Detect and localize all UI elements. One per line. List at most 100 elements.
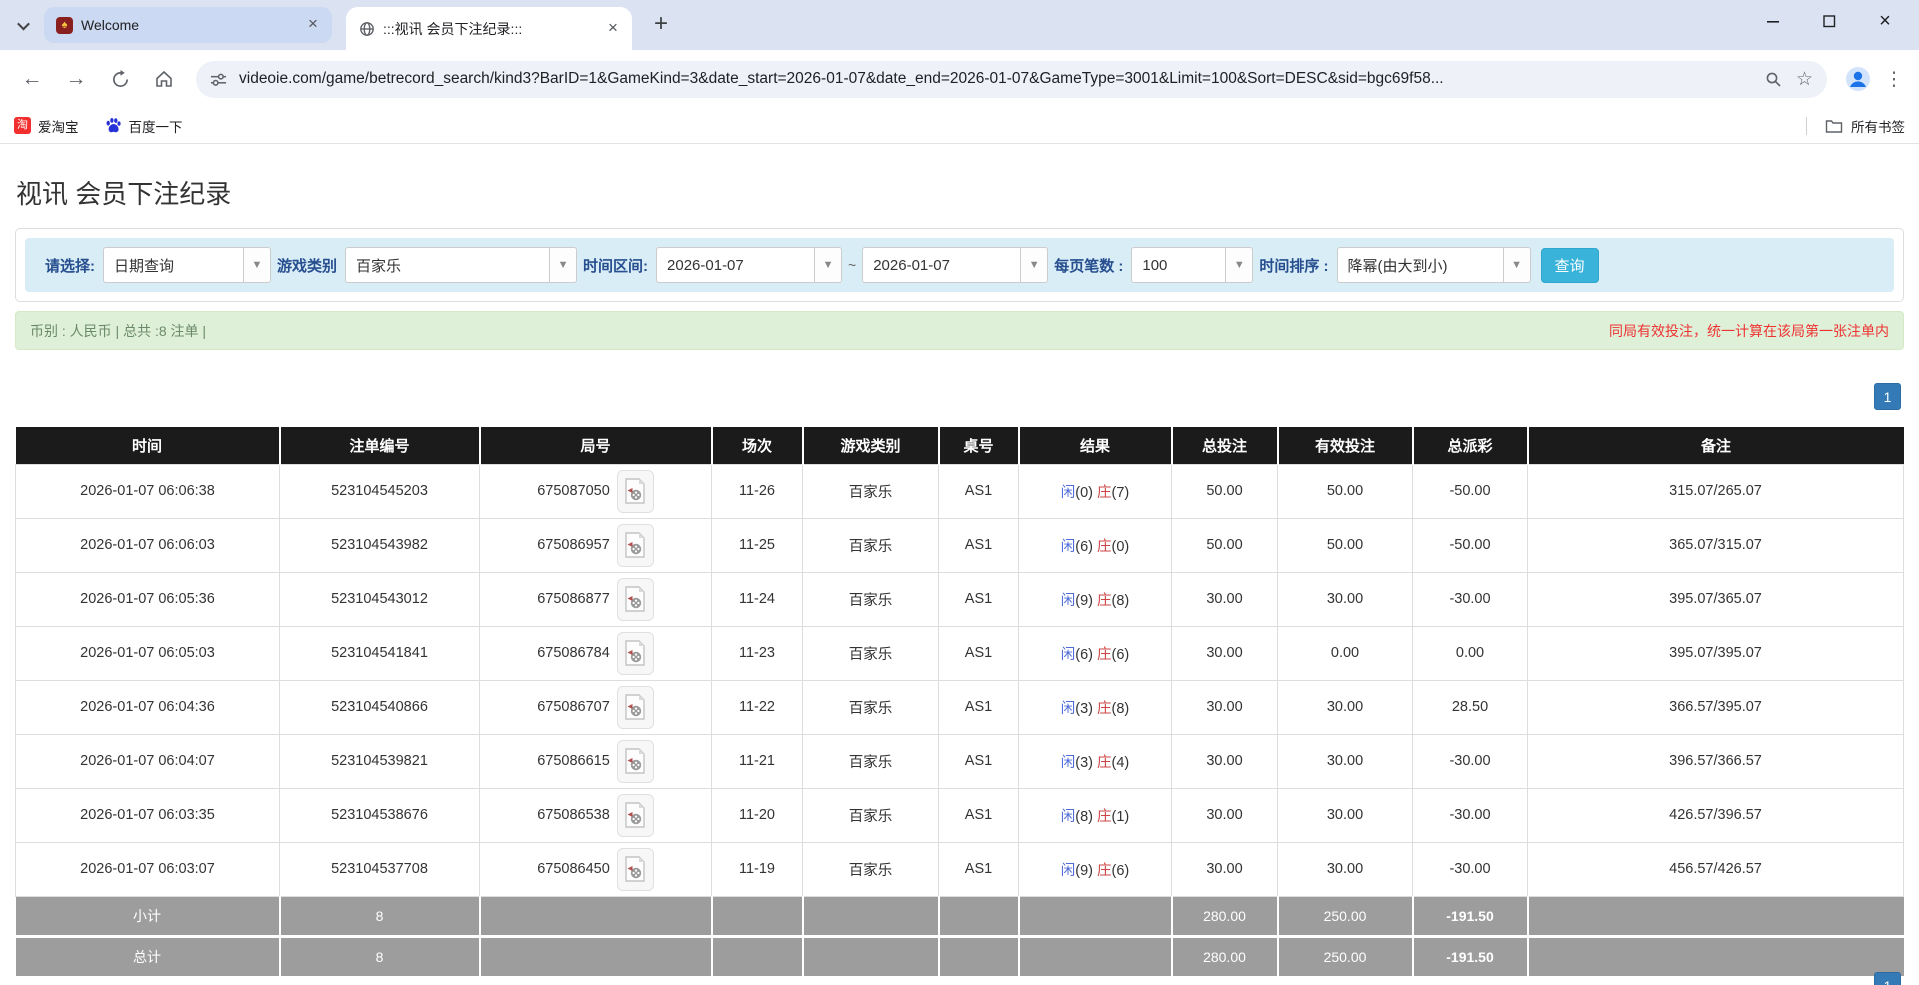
taobao-icon: 淘 <box>14 117 31 134</box>
per-page-select[interactable]: 100▼ <box>1131 247 1253 283</box>
column-header: 桌号 <box>939 427 1019 464</box>
cell-round-id: 675087050 <box>480 464 712 518</box>
cell-time: 2026-01-07 06:06:03 <box>16 518 280 572</box>
cell-game-kind: 百家乐 <box>803 734 939 788</box>
close-icon[interactable]: × <box>604 20 622 38</box>
page-1-button[interactable]: 1 <box>1874 383 1901 410</box>
footer-label: 总计 <box>16 936 280 976</box>
cell-total-bet: 30.00 <box>1172 572 1278 626</box>
video-replay-icon[interactable] <box>617 632 654 675</box>
column-header: 总投注 <box>1172 427 1278 464</box>
cell-session: 11-21 <box>712 734 803 788</box>
cell-table-no: AS1 <box>939 626 1019 680</box>
filter-panel: 请选择: 日期查询▼ 游戏类别 百家乐▼ 时间区间: 2026-01-07▼ ~… <box>15 228 1904 302</box>
minimize-button[interactable] <box>1745 0 1801 42</box>
tab-welcome[interactable]: ♠ Welcome × <box>44 7 332 43</box>
date-end-select[interactable]: 2026-01-07▼ <box>862 247 1048 283</box>
close-window-button[interactable]: × <box>1857 0 1913 42</box>
table-row: 2026-01-07 06:06:03523104543982675086957… <box>16 518 1904 572</box>
cell-time: 2026-01-07 06:05:36 <box>16 572 280 626</box>
tab-betrecord[interactable]: :::视讯 会员下注纪录::: × <box>346 7 632 50</box>
cell-time: 2026-01-07 06:03:35 <box>16 788 280 842</box>
cell-valid-bet: 50.00 <box>1278 518 1413 572</box>
query-button[interactable]: 查询 <box>1541 248 1599 283</box>
chevron-down-icon <box>17 17 30 30</box>
cell-session: 11-20 <box>712 788 803 842</box>
chevron-down-icon: ▼ <box>1020 248 1047 282</box>
tab-title: Welcome <box>81 17 296 33</box>
video-replay-icon[interactable] <box>617 848 654 891</box>
footer-label: 小计 <box>16 896 280 936</box>
cell-round-id: 675086707 <box>480 680 712 734</box>
game-kind-label: 游戏类别 <box>277 255 337 276</box>
cell-result: 闲(9) 庄(6) <box>1019 842 1172 896</box>
video-replay-icon[interactable] <box>617 794 654 837</box>
round-id: 675086707 <box>537 699 610 715</box>
cell-total-bet: 50.00 <box>1172 518 1278 572</box>
query-type-select[interactable]: 日期查询▼ <box>103 247 271 283</box>
reload-icon[interactable] <box>101 60 139 98</box>
game-kind-select[interactable]: 百家乐▼ <box>345 247 577 283</box>
page-1-button-bottom[interactable]: 1 <box>1874 972 1901 985</box>
cell-valid-bet: 30.00 <box>1278 842 1413 896</box>
video-replay-icon[interactable] <box>617 578 654 621</box>
cell-result: 闲(6) 庄(6) <box>1019 626 1172 680</box>
url-text[interactable]: videoie.com/game/betrecord_search/kind3?… <box>239 70 1751 88</box>
cell-payout: 0.00 <box>1413 626 1528 680</box>
round-id: 675086784 <box>537 645 610 661</box>
cell-result: 闲(9) 庄(8) <box>1019 572 1172 626</box>
video-replay-icon[interactable] <box>617 686 654 729</box>
bookmark-baidu[interactable]: 百度一下 <box>105 116 183 136</box>
column-header: 游戏类别 <box>803 427 939 464</box>
maximize-button[interactable] <box>1801 0 1857 42</box>
video-replay-icon[interactable] <box>617 524 654 567</box>
bookmark-star-icon[interactable]: ☆ <box>1796 68 1813 91</box>
back-icon[interactable]: ← <box>13 60 51 98</box>
url-bar[interactable]: videoie.com/game/betrecord_search/kind3?… <box>196 61 1827 98</box>
video-replay-icon[interactable] <box>617 740 654 783</box>
column-header: 备注 <box>1528 427 1904 464</box>
new-tab-button[interactable]: + <box>646 10 676 40</box>
column-header: 注单编号 <box>280 427 480 464</box>
footer-session <box>712 936 803 976</box>
zoom-page-icon[interactable] <box>1765 71 1782 88</box>
date-start-select[interactable]: 2026-01-07▼ <box>656 247 842 283</box>
cell-round-id: 675086538 <box>480 788 712 842</box>
forward-icon[interactable]: → <box>57 60 95 98</box>
currency-summary: 币别 : 人民币 | 总共 :8 注单 | <box>30 321 206 341</box>
footer-valid-bet: 250.00 <box>1278 936 1413 976</box>
close-icon[interactable]: × <box>304 16 322 34</box>
cell-game-kind: 百家乐 <box>803 572 939 626</box>
profile-avatar[interactable] <box>1841 62 1875 96</box>
table-row: 2026-01-07 06:03:07523104537708675086450… <box>16 842 1904 896</box>
tune-icon[interactable] <box>210 71 227 88</box>
video-replay-icon[interactable] <box>617 470 654 513</box>
per-page-label: 每页笔数 : <box>1054 255 1123 276</box>
browser-tab-strip: ♠ Welcome × :::视讯 会员下注纪录::: × + × <box>0 0 1919 50</box>
bookmark-aitaobao[interactable]: 淘 爱淘宝 <box>14 116 79 136</box>
tab-search-button[interactable] <box>8 10 38 40</box>
cell-round-id: 675086615 <box>480 734 712 788</box>
footer-valid-bet: 250.00 <box>1278 896 1413 936</box>
chevron-down-icon: ▼ <box>1225 248 1252 282</box>
footer-game <box>803 936 939 976</box>
notice-text: 同局有效投注，统一计算在该局第一张注单内 <box>1609 321 1889 341</box>
chevron-down-icon: ▼ <box>243 248 270 282</box>
footer-payout: -191.50 <box>1413 896 1528 936</box>
all-bookmarks-label[interactable]: 所有书签 <box>1851 116 1905 136</box>
cell-bet-id: 523104540866 <box>280 680 480 734</box>
cell-total-bet: 30.00 <box>1172 788 1278 842</box>
chevron-down-icon: ▼ <box>549 248 576 282</box>
browser-menu-icon[interactable]: ⋮ <box>1879 68 1909 91</box>
cell-table-no: AS1 <box>939 788 1019 842</box>
cell-table-no: AS1 <box>939 572 1019 626</box>
home-icon[interactable] <box>145 60 183 98</box>
page-content: 视讯 会员下注纪录 请选择: 日期查询▼ 游戏类别 百家乐▼ 时间区间: 202… <box>0 174 1919 976</box>
footer-result <box>1019 936 1172 976</box>
cell-note: 426.57/396.57 <box>1528 788 1904 842</box>
sort-select[interactable]: 降幂(由大到小)▼ <box>1337 247 1531 283</box>
cell-game-kind: 百家乐 <box>803 626 939 680</box>
cards-logo-icon: ♠ <box>56 17 73 34</box>
cell-result: 闲(8) 庄(1) <box>1019 788 1172 842</box>
cell-note: 395.07/365.07 <box>1528 572 1904 626</box>
